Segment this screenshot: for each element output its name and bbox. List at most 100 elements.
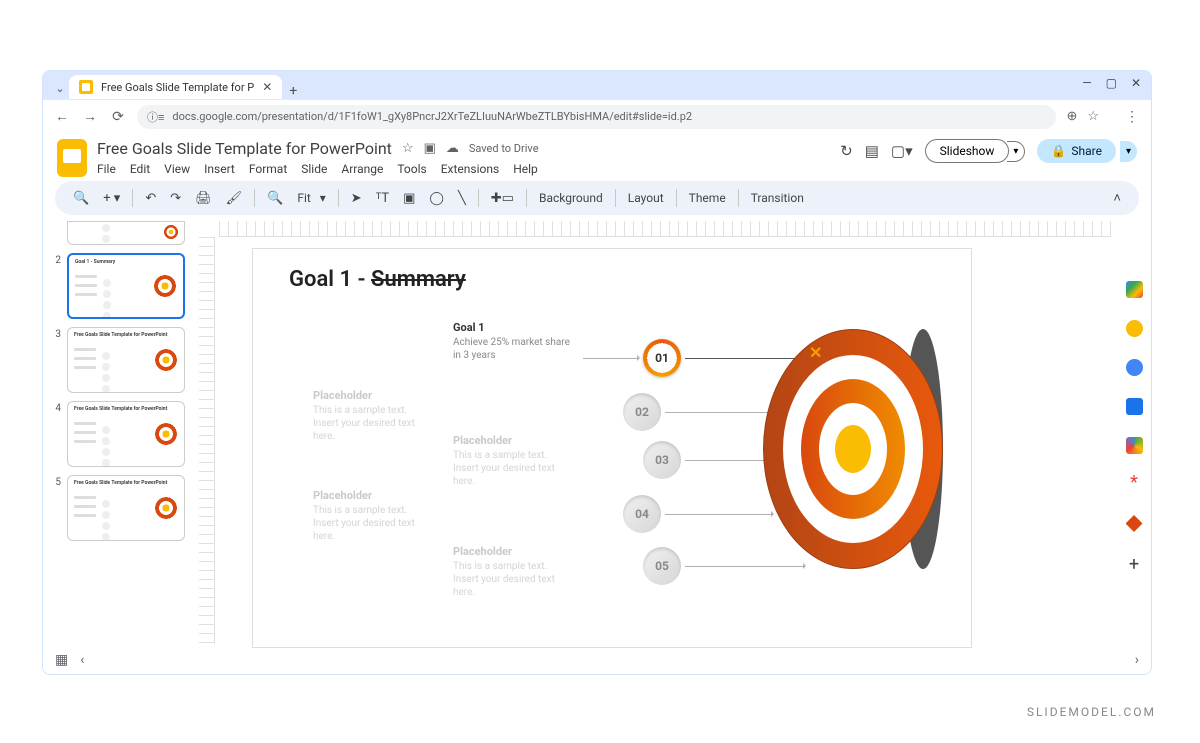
move-icon[interactable]: ▣: [424, 141, 436, 156]
share-dropdown[interactable]: ▾: [1120, 141, 1137, 162]
num-circle-5[interactable]: 05: [643, 547, 681, 585]
thumb-num-5: 5: [53, 475, 61, 488]
menu-help[interactable]: Help: [513, 162, 538, 176]
undo-button[interactable]: ↶: [139, 187, 162, 210]
star-icon[interactable]: ☆: [402, 141, 414, 156]
target-graphic[interactable]: [763, 329, 943, 569]
textbox-tool[interactable]: ᵀT: [370, 186, 395, 210]
slide-thumbnail-5[interactable]: Free Goals Slide Template for PowerPoint: [67, 475, 185, 541]
addon2-icon[interactable]: [1126, 515, 1143, 532]
slide-canvas[interactable]: Goal 1 - Summary Goal 1 Achieve 25% mark…: [253, 249, 971, 647]
toolbar-collapse-icon[interactable]: ˄: [1107, 186, 1127, 210]
goal-2-head: Placeholder: [313, 389, 433, 402]
menu-view[interactable]: View: [164, 162, 190, 176]
cloud-saved-icon[interactable]: ☁: [446, 141, 459, 156]
background-button[interactable]: Background: [533, 187, 609, 209]
slide-thumbnail-4[interactable]: Free Goals Slide Template for PowerPoint: [67, 401, 185, 467]
tab-title: Free Goals Slide Template for P: [101, 81, 254, 94]
slideshow-button[interactable]: Slideshow: [925, 139, 1010, 163]
calendar-icon[interactable]: [1126, 281, 1143, 298]
num-circle-3[interactable]: 03: [643, 441, 681, 479]
tab-close-icon[interactable]: ✕: [262, 80, 272, 94]
slideshow-dropdown[interactable]: ▾: [1007, 141, 1025, 162]
num-circle-4[interactable]: 04: [623, 495, 661, 533]
ruler-vertical[interactable]: [199, 237, 215, 644]
keep-icon[interactable]: [1126, 320, 1143, 337]
menu-tools[interactable]: Tools: [397, 162, 426, 176]
shape-tool[interactable]: ◯: [423, 187, 450, 210]
zoom-select[interactable]: Fit ▾: [291, 187, 331, 209]
goal-block-4[interactable]: Placeholder This is a sample text. Inser…: [313, 489, 433, 543]
canvas-area: Goal 1 - Summary Goal 1 Achieve 25% mark…: [193, 221, 1151, 674]
contacts-icon[interactable]: [1126, 398, 1143, 415]
theme-button[interactable]: Theme: [683, 187, 732, 209]
menu-insert[interactable]: Insert: [204, 162, 235, 176]
thumb-num-2: 2: [53, 253, 61, 266]
search-menus-icon[interactable]: 🔍: [67, 187, 95, 210]
meet-icon[interactable]: ▢▾: [891, 142, 913, 160]
slide-title[interactable]: Goal 1 - Summary: [289, 267, 466, 292]
side-panel: * +: [1123, 281, 1145, 571]
zoom-icon[interactable]: 🔍: [261, 187, 289, 210]
browser-tab[interactable]: Free Goals Slide Template for P ✕: [69, 75, 282, 99]
num-circle-1[interactable]: 01: [643, 339, 681, 377]
grid-view-icon[interactable]: ▦: [55, 652, 68, 668]
thumb-num-4: 4: [53, 401, 61, 414]
menu-extensions[interactable]: Extensions: [441, 162, 499, 176]
document-title[interactable]: Free Goals Slide Template for PowerPoint: [97, 139, 392, 158]
addon-icon[interactable]: *: [1126, 476, 1143, 493]
reload-button[interactable]: ⟳: [109, 109, 127, 125]
address-bar-row: ← → ⟳ ⓘ≡ docs.google.com/presentation/d/…: [43, 99, 1151, 133]
slide-thumbnail-1[interactable]: [67, 221, 185, 245]
add-addons-icon[interactable]: +: [1126, 554, 1143, 571]
select-tool[interactable]: ➤: [345, 187, 368, 210]
zoom-reset-icon[interactable]: ⊕: [1066, 109, 1077, 124]
history-icon[interactable]: ↻: [840, 142, 853, 160]
menu-slide[interactable]: Slide: [301, 162, 327, 176]
maps-icon[interactable]: [1126, 437, 1143, 454]
goal-4-head: Placeholder: [313, 489, 433, 502]
line-tool[interactable]: ╲: [452, 187, 472, 210]
menu-edit[interactable]: Edit: [130, 162, 150, 176]
goal-block-5[interactable]: Placeholder This is a sample text. Inser…: [453, 545, 573, 599]
slide-thumbnail-2[interactable]: Goal 1 - Summary: [67, 253, 185, 319]
window-maximize-icon[interactable]: ▢: [1106, 76, 1117, 90]
goal-1-text: Achieve 25% market share in 3 years: [453, 336, 573, 362]
back-button[interactable]: ←: [53, 108, 71, 125]
num-circle-2[interactable]: 02: [623, 393, 661, 431]
forward-button[interactable]: →: [81, 108, 99, 125]
tab-list-button[interactable]: ⌄: [51, 77, 69, 99]
menu-format[interactable]: Format: [249, 162, 287, 176]
goal-3-head: Placeholder: [453, 434, 573, 447]
new-slide-button[interactable]: + ▾: [97, 187, 126, 210]
redo-button[interactable]: ↷: [164, 187, 187, 210]
goal-block-1[interactable]: Goal 1 Achieve 25% market share in 3 yea…: [453, 321, 573, 362]
site-info-icon[interactable]: ⓘ≡: [147, 109, 164, 125]
window-close-icon[interactable]: ✕: [1131, 76, 1141, 90]
share-button[interactable]: 🔒 Share: [1037, 139, 1116, 163]
ruler-horizontal[interactable]: [219, 221, 1111, 237]
tasks-icon[interactable]: [1126, 359, 1143, 376]
goal-block-2[interactable]: Placeholder This is a sample text. Inser…: [313, 389, 433, 443]
menu-arrange[interactable]: Arrange: [341, 162, 383, 176]
menu-file[interactable]: File: [97, 162, 116, 176]
goal-3-text: This is a sample text. Insert your desir…: [453, 449, 573, 488]
image-tool[interactable]: ▣: [397, 187, 421, 210]
goal-block-3[interactable]: Placeholder This is a sample text. Inser…: [453, 434, 573, 488]
comments-icon[interactable]: ▤: [865, 142, 879, 160]
paint-format-button[interactable]: 🖌: [220, 187, 249, 210]
comment-tool[interactable]: ✚▭: [485, 187, 520, 210]
window-minimize-icon[interactable]: —: [1082, 76, 1091, 90]
url-bar[interactable]: ⓘ≡ docs.google.com/presentation/d/1F1foW…: [137, 105, 1056, 129]
explore-icon[interactable]: ‹: [80, 652, 84, 668]
show-side-panel-icon[interactable]: ›: [1135, 652, 1139, 668]
share-label: Share: [1071, 144, 1102, 158]
print-button[interactable]: 🖨: [189, 187, 218, 210]
transition-button[interactable]: Transition: [745, 187, 810, 209]
slides-logo-icon[interactable]: [57, 139, 87, 177]
bookmark-star-icon[interactable]: ☆: [1087, 109, 1099, 124]
new-tab-button[interactable]: +: [282, 83, 304, 99]
slide-thumbnail-3[interactable]: Free Goals Slide Template for PowerPoint: [67, 327, 185, 393]
chrome-menu-icon[interactable]: ⋮: [1123, 109, 1141, 125]
layout-button[interactable]: Layout: [622, 187, 670, 209]
